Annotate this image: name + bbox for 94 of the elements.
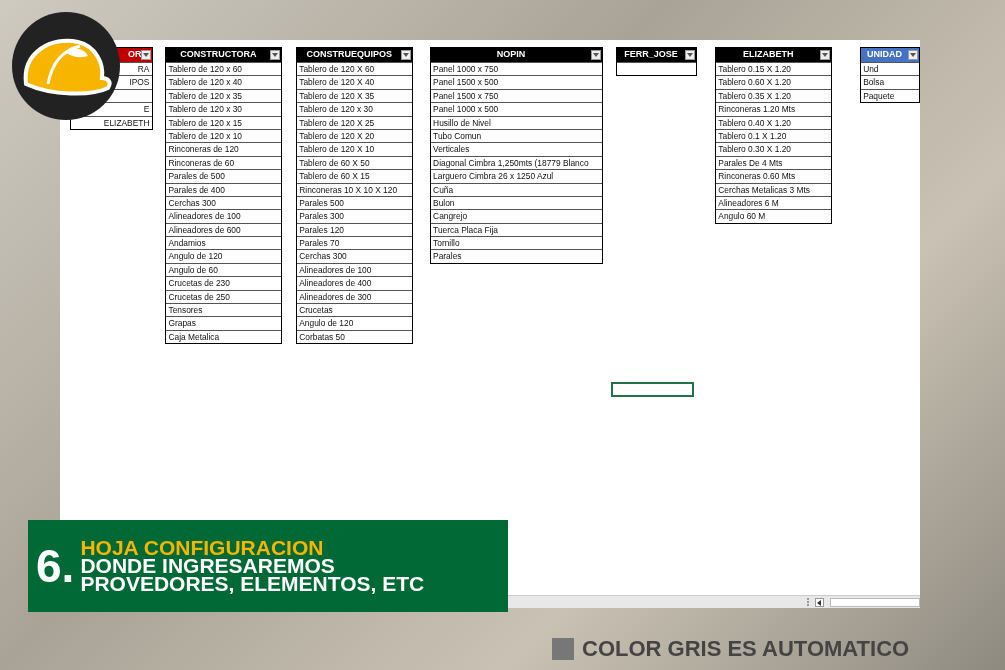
filter-dropdown-button[interactable]: [908, 50, 918, 60]
table-cell: Husillo de Nivel: [431, 115, 602, 129]
table-cell: Parales 120: [297, 222, 413, 237]
filter-dropdown-button[interactable]: [820, 50, 831, 60]
table-cell: Cerchas 300: [297, 249, 413, 263]
banner-text: PROVEDORES, ELEMENTOS, ETC: [80, 575, 425, 593]
table-cell: Tablero de 60 X 50: [297, 155, 413, 170]
table-cell: Angulo 60 M: [716, 209, 832, 223]
step-number: 6.: [36, 543, 75, 589]
header-text: ELIZABETH: [741, 48, 795, 62]
table-cell: Tablero 0.15 X 1.20: [716, 62, 832, 76]
table-cell: Und: [861, 62, 919, 76]
table-cell: Tubo Comun: [431, 128, 602, 143]
table-cell: Crucetas de 250: [166, 289, 282, 304]
table-cell: Panel 1000 x 750: [431, 62, 602, 76]
table-cell: Cerchas Metalicas 3 Mts: [716, 182, 832, 196]
table-cell: Tensores: [166, 303, 282, 317]
table-cell: Crucetas: [297, 303, 413, 317]
table-cell: Tablero de 120 X 60: [297, 62, 413, 76]
table-cell: Cerchas 300: [166, 195, 282, 210]
header-text: CONSTRUCTORA: [179, 48, 258, 62]
table-cell: Tablero de 120 x 40: [166, 75, 282, 89]
table-cell: Rinconeras 10 X 10 X 120: [297, 182, 413, 196]
table-cell: Tablero de 60 X 15: [297, 169, 413, 183]
banner-title: HOJA CONFIGURACION: [80, 539, 325, 557]
table-cell: Tablero de 120 x 30: [166, 102, 282, 116]
table-cell: Crucetas de 230: [166, 276, 282, 290]
table-cell: Panel 1500 x 500: [431, 75, 602, 89]
header-text: CONSTRUEQUIPOS: [305, 48, 393, 62]
filter-dropdown-button[interactable]: [401, 50, 412, 60]
table-cell: Tablero de 120 x 60: [166, 62, 282, 76]
table-cell: Andamios: [166, 236, 282, 250]
header-text: NOPIN: [495, 48, 527, 62]
selected-cell[interactable]: [611, 382, 694, 397]
table-cell: Tablero 0.30 X 1.20: [716, 142, 832, 156]
header-text: OR: [126, 48, 142, 62]
table-cell: Tablero de 120 X 10: [297, 142, 413, 156]
table-cell: Rinconeras 1.20 Mts: [716, 102, 832, 116]
table-cell: Alineadores de 400: [297, 276, 413, 290]
table-cell: Larguero Cimbra 26 x 1250 Azul: [431, 169, 602, 183]
table-cell: Angulo de 120: [166, 249, 282, 263]
table-cell: Caja Metalica: [166, 329, 282, 344]
table-cell: Parales 70: [297, 236, 413, 250]
table-cell: Cuña: [431, 182, 602, 196]
table-cell: Parales 300: [297, 209, 413, 223]
table-cell: Tablero de 120 x 15: [166, 115, 282, 129]
filter-dropdown-button[interactable]: [270, 50, 281, 60]
scroll-left-button[interactable]: [815, 597, 824, 607]
table-cell: Verticales: [431, 142, 602, 156]
table-cell: Tablero 0.40 X 1.20: [716, 115, 832, 129]
header-text: UNIDAD: [866, 48, 904, 62]
banner-text: DONDE INGRESAREMOS: [80, 557, 336, 575]
table-cell: Alineadores de 100: [297, 262, 413, 277]
table-cell: Grapas: [166, 316, 282, 330]
table-cell: Tablero de 120 X 20: [297, 128, 413, 143]
table-cell: Tablero 0.35 X 1.20: [716, 88, 832, 103]
filter-dropdown-button[interactable]: [685, 50, 696, 60]
table-cell: Alineadores de 100: [166, 209, 282, 223]
table-cell: Panel 1000 x 500: [431, 102, 602, 116]
table-cell: Tablero de 120 x 35: [166, 88, 282, 103]
filter-dropdown-button[interactable]: [141, 50, 152, 60]
header-text: FERR_JOSE: [623, 48, 679, 62]
table-cell: Tuerca Placa Fija: [431, 222, 602, 237]
table-cell: Tablero de 120 X 25: [297, 115, 413, 129]
table-cell: Parales De 4 Mts: [716, 155, 832, 170]
table-cell: Rinconeras 0.60 Mts: [716, 169, 832, 183]
table-cell: Parales: [431, 249, 602, 263]
table-cell: Corbatas 50: [297, 329, 413, 344]
legend-swatch: [552, 637, 574, 660]
table-cell: Bolsa: [861, 75, 919, 89]
table-cell: Cangrejo: [431, 209, 602, 223]
caption-text: COLOR GRIS ES AUTOMATICO: [582, 635, 910, 663]
table-cell: Parales de 500: [166, 169, 282, 183]
table-cell: Tablero de 120 x 30: [297, 102, 413, 116]
table-cell: Alineadores de 600: [166, 222, 282, 237]
filter-dropdown-button[interactable]: [590, 50, 601, 60]
table-cell: Tablero 0.1 X 1.20: [716, 128, 832, 143]
table-cell: Angulo de 120: [297, 316, 413, 330]
table-cell: Tablero de 120 X 35: [297, 88, 413, 103]
table-cell: Diagonal Cimbra 1,250mts (18779 Blanco: [431, 155, 602, 170]
table-cell: Angulo de 60: [166, 262, 282, 277]
table-cell: Bulon: [431, 195, 602, 210]
table-cell: Parales 500: [297, 195, 413, 210]
table-cell: Tornillo: [431, 236, 602, 250]
table-cell: Tablero de 120 X 40: [297, 75, 413, 89]
table-cell: Rinconeras de 60: [166, 155, 282, 170]
table-cell: Rinconeras de 120: [166, 142, 282, 156]
table-cell: Parales de 400: [166, 182, 282, 196]
table-cell: Tablero de 120 x 10: [166, 128, 282, 143]
table-cell: Tablero 0.60 X 1.20: [716, 75, 832, 89]
table-cell: Panel 1500 x 750: [431, 88, 602, 103]
table-cell: Paquete: [861, 88, 919, 103]
table-cell: Alineadores de 300: [297, 289, 413, 304]
table-cell: Alineadores 6 M: [716, 195, 832, 210]
